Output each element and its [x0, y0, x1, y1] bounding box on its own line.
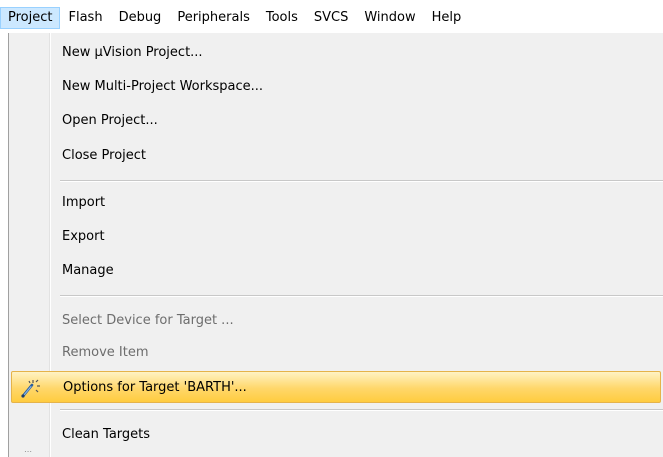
- menu-item-select-device-for-target: Select Device for Target ...: [11, 305, 661, 337]
- menu-item-close-project[interactable]: Close Project: [11, 140, 661, 172]
- menu-window[interactable]: Window: [356, 7, 423, 29]
- menu-item-label: Close Project: [62, 148, 147, 163]
- menu-item-label: Manage: [62, 263, 114, 278]
- menu-item-remove-item: Remove Item: [11, 337, 661, 369]
- menu-item-new-multi-project-workspace[interactable]: New Multi-Project Workspace...: [11, 71, 661, 103]
- menu-separator: [60, 409, 663, 411]
- menu-item-label: New µVision Project...: [62, 45, 203, 60]
- menu-item-options-for-target[interactable]: Options for Target 'BARTH'...: [11, 371, 661, 403]
- menu-separator: [60, 295, 663, 297]
- menu-item-label: Clean Targets: [62, 427, 151, 442]
- menu-item-label: Select Device for Target ...: [62, 313, 234, 328]
- menu-item-new-uvision-project[interactable]: New µVision Project...: [11, 37, 661, 69]
- menu-help[interactable]: Help: [424, 7, 470, 29]
- menu-item-label: Options for Target 'BARTH'...: [63, 380, 247, 395]
- menu-separator: [60, 180, 663, 182]
- menu-item-label: Remove Item: [62, 345, 149, 360]
- menu-project[interactable]: Project: [0, 6, 61, 29]
- menu-bar: Project Flash Debug Peripherals Tools SV…: [0, 0, 663, 33]
- menu-item-import[interactable]: Import: [11, 187, 661, 219]
- menu-item-label: Export: [62, 229, 105, 244]
- menu-svcs[interactable]: SVCS: [306, 7, 356, 29]
- menu-item-label: Import: [62, 195, 106, 210]
- magic-wand-options-icon: [19, 377, 41, 399]
- menu-peripherals[interactable]: Peripherals: [169, 7, 258, 29]
- menu-item-clean-targets[interactable]: Clean Targets: [11, 419, 661, 451]
- menu-item-manage[interactable]: Manage: [11, 255, 661, 287]
- project-dropdown-menu: New µVision Project... New Multi-Project…: [8, 33, 663, 457]
- resize-grip-dots: ⋯: [24, 447, 33, 456]
- menu-tools[interactable]: Tools: [258, 7, 306, 29]
- menu-item-label: New Multi-Project Workspace...: [62, 79, 264, 94]
- menu-item-label: Open Project...: [62, 113, 158, 128]
- menu-item-export[interactable]: Export: [11, 221, 661, 253]
- menu-debug[interactable]: Debug: [111, 7, 170, 29]
- menu-item-open-project[interactable]: Open Project...: [11, 105, 661, 137]
- menu-flash[interactable]: Flash: [60, 7, 110, 29]
